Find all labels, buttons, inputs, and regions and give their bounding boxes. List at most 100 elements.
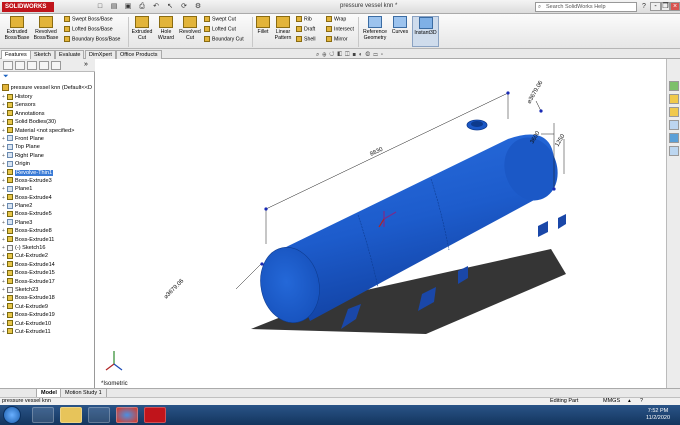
draft-button[interactable]: Draft: [296, 26, 315, 33]
close-button[interactable]: ×: [670, 2, 680, 11]
lofted-cut-button[interactable]: Lofted Cut: [204, 26, 236, 33]
extruded-boss-button[interactable]: Extruded Boss/Base: [4, 16, 30, 41]
expand-panel-icon[interactable]: »: [84, 61, 88, 68]
open-folder-icon[interactable]: ▤: [110, 3, 118, 11]
tree-item[interactable]: + Front Plane: [2, 135, 94, 143]
tree-item[interactable]: + Boss-Extrude14: [2, 261, 94, 269]
dimxpert-manager-icon[interactable]: [39, 61, 49, 70]
tree-item[interactable]: + History: [2, 93, 94, 101]
internet-explorer-icon[interactable]: [32, 407, 54, 423]
revolved-boss-button[interactable]: Revolved Boss/Base: [33, 16, 59, 41]
tree-item[interactable]: + Boss-Extrude11: [2, 236, 94, 244]
tree-item[interactable]: + Sensors: [2, 101, 94, 109]
tree-item[interactable]: + Cut-Extrude2: [2, 252, 94, 260]
curves-button[interactable]: Curves: [391, 16, 409, 35]
tree-item[interactable]: + Boss-Extrude17: [2, 278, 94, 286]
tree-item[interactable]: + Cut-Extrude10: [2, 320, 94, 328]
left-diameter-dimension[interactable]: ⌀3679.06: [163, 278, 186, 301]
apply-scene-icon[interactable]: ▭: [373, 52, 381, 58]
tree-item[interactable]: + Plane3: [2, 219, 94, 227]
tree-item[interactable]: + Solid Bodies(30): [2, 118, 94, 126]
reference-geometry-button[interactable]: Reference Geometry: [361, 16, 389, 41]
options-icon[interactable]: ⚙: [194, 3, 202, 11]
revolved-cut-button[interactable]: Revolved Cut: [179, 16, 201, 41]
length-dimension[interactable]: 8830: [369, 146, 384, 157]
custom-properties-icon[interactable]: [669, 146, 679, 156]
hide-show-icon[interactable]: ◐: [359, 52, 366, 58]
restore-button[interactable]: ❐: [661, 2, 670, 11]
resources-icon[interactable]: [669, 81, 679, 91]
tree-item[interactable]: + Boss-Extrude15: [2, 269, 94, 277]
intersect-button[interactable]: Intersect: [326, 26, 354, 33]
tree-item[interactable]: + Top Plane: [2, 143, 94, 151]
system-clock[interactable]: 7:52 PM 11/2/2020: [640, 408, 676, 421]
tree-item[interactable]: + Revolve-Thin1: [2, 169, 94, 177]
property-manager-icon[interactable]: [15, 61, 25, 70]
swept-cut-button[interactable]: Swept Cut: [204, 16, 236, 23]
tab-sketch[interactable]: Sketch: [30, 50, 55, 59]
wrap-button[interactable]: Wrap: [326, 16, 346, 23]
tree-item[interactable]: + Boss-Extrude5: [2, 210, 94, 218]
configuration-manager-icon[interactable]: [27, 61, 37, 70]
design-library-icon[interactable]: [669, 94, 679, 104]
tree-item[interactable]: + Boss-Extrude8: [2, 227, 94, 235]
print-icon[interactable]: ⎙: [138, 3, 146, 11]
tree-item[interactable]: + Material <not specified>: [2, 127, 94, 135]
tree-item[interactable]: + Cut-Extrude11: [2, 328, 94, 336]
units-menu-icon[interactable]: ▴: [628, 398, 631, 405]
tree-item[interactable]: + (-) Sketch16: [2, 244, 94, 252]
mirror-button[interactable]: Mirror: [326, 36, 348, 43]
fillet-button[interactable]: Fillet: [255, 16, 271, 35]
tree-item[interactable]: + Boss-Extrude18: [2, 294, 94, 302]
tree-root[interactable]: pressure vessel knn (Default<<D: [2, 84, 92, 91]
tree-item[interactable]: + Origin: [2, 160, 94, 168]
media-player-icon[interactable]: [88, 407, 110, 423]
undo-icon[interactable]: ↶: [152, 3, 160, 11]
lofted-boss-button[interactable]: Lofted Boss/Base: [64, 26, 113, 33]
new-document-icon[interactable]: □: [96, 3, 104, 11]
help-icon[interactable]: ?: [640, 3, 648, 11]
start-button[interactable]: [3, 406, 21, 424]
hole-wizard-button[interactable]: Hole Wizard: [155, 16, 177, 41]
solidworks-taskbar-icon[interactable]: [144, 407, 166, 423]
boundary-boss-button[interactable]: Boundary Boss/Base: [64, 36, 120, 43]
view-palette-icon[interactable]: [669, 120, 679, 130]
tab-features[interactable]: Features: [1, 50, 31, 59]
tree-item[interactable]: + Sketch23: [2, 286, 94, 294]
status-units[interactable]: MMGS: [603, 398, 620, 405]
help-search-input[interactable]: ⌕ Search SolidWorks Help: [535, 2, 637, 12]
tab-evaluate[interactable]: Evaluate: [55, 50, 85, 59]
tree-item[interactable]: + Cut-Extrude9: [2, 303, 94, 311]
shell-button[interactable]: Shell: [296, 36, 316, 43]
saddle-height-dimension[interactable]: 1250: [555, 133, 567, 148]
view-orientation-icon[interactable]: ◫: [345, 52, 353, 58]
tree-item[interactable]: + Boss-Extrude19: [2, 311, 94, 319]
tree-item[interactable]: + Plane2: [2, 202, 94, 210]
minimize-button[interactable]: -: [650, 2, 661, 11]
linear-pattern-button[interactable]: Linear Pattern: [273, 16, 293, 41]
file-explorer-icon[interactable]: [60, 407, 82, 423]
view-settings-icon[interactable]: ▫: [381, 52, 386, 58]
display-manager-icon[interactable]: [51, 61, 61, 70]
select-arrow-icon[interactable]: ↖: [166, 3, 174, 11]
file-explorer-icon[interactable]: [669, 107, 679, 117]
rebuild-icon[interactable]: ⟳: [180, 3, 188, 11]
tree-item[interactable]: + Plane1: [2, 185, 94, 193]
swept-boss-button[interactable]: Swept Boss/Base: [64, 16, 113, 23]
chrome-icon[interactable]: [116, 407, 138, 423]
rib-button[interactable]: Rib: [296, 16, 312, 23]
appearances-icon[interactable]: [669, 133, 679, 143]
tree-item[interactable]: + Right Plane: [2, 152, 94, 160]
save-icon[interactable]: ▣: [124, 3, 132, 11]
tree-item[interactable]: + Annotations: [2, 110, 94, 118]
tree-item[interactable]: + Boss-Extrude4: [2, 194, 94, 202]
graphics-area[interactable]: ⌕: [96, 6, 666, 388]
filter-icon[interactable]: ⏷: [3, 73, 9, 81]
top-diameter-dimension[interactable]: ⌀3679.06: [527, 80, 545, 105]
boundary-cut-button[interactable]: Boundary Cut: [204, 36, 244, 43]
tab-office-products[interactable]: Office Products: [116, 50, 162, 59]
help-icon[interactable]: ?: [640, 398, 643, 405]
instant3d-button[interactable]: Instant3D: [412, 16, 439, 47]
tab-dimxpert[interactable]: DimXpert: [85, 50, 116, 59]
extruded-cut-button[interactable]: Extruded Cut: [131, 16, 153, 41]
